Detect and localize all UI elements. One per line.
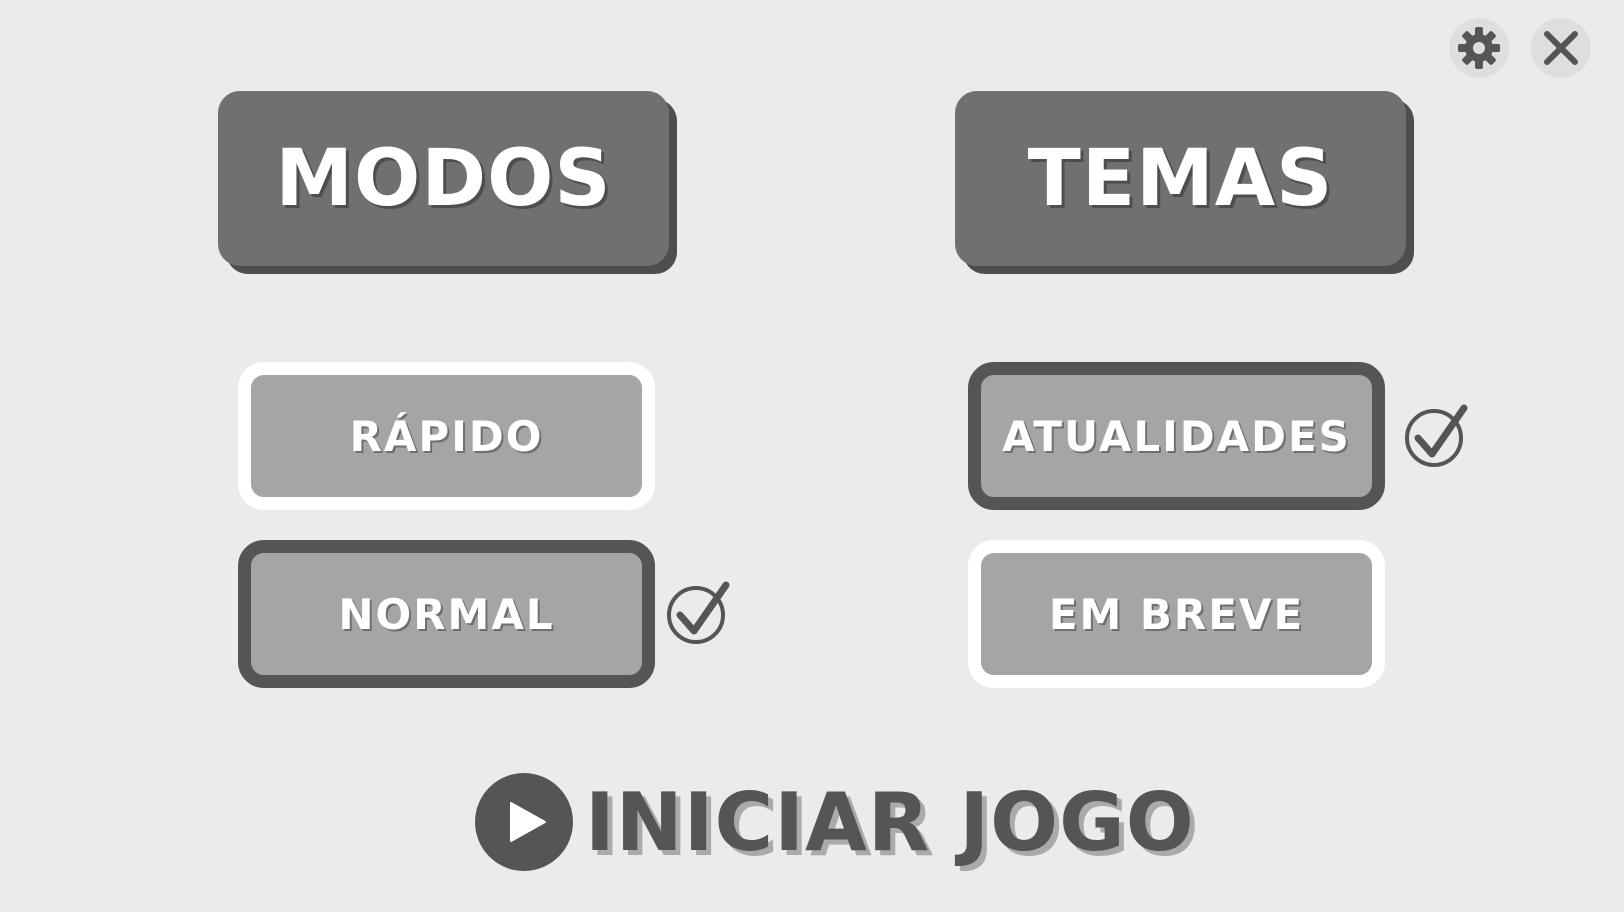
modes-header-button[interactable]: MODOS [218, 91, 669, 266]
close-icon [1544, 31, 1578, 65]
mode-option-label: RÁPIDO [349, 411, 544, 461]
gear-icon [1458, 27, 1500, 69]
theme-option-atualidades[interactable]: ATUALIDADES [968, 362, 1385, 510]
themes-header-label: TEMAS [1027, 133, 1334, 224]
checkmark-icon [1405, 404, 1468, 467]
theme-option-em-breve[interactable]: EM BREVE [968, 540, 1385, 688]
theme-option-label: ATUALIDADES [1002, 411, 1351, 461]
mode-option-rapido[interactable]: RÁPIDO [238, 362, 655, 510]
themes-header-button[interactable]: TEMAS [955, 91, 1406, 266]
checkmark-icon [667, 581, 730, 644]
mode-option-normal[interactable]: NORMAL [238, 540, 655, 688]
close-button[interactable] [1531, 18, 1591, 78]
theme-option-label: EM BREVE [1048, 589, 1305, 639]
start-game-button[interactable]: INICIAR JOGO [475, 772, 1195, 872]
start-game-label: INICIAR JOGO [585, 775, 1195, 869]
settings-button[interactable] [1449, 18, 1509, 78]
mode-option-label: NORMAL [338, 589, 555, 639]
play-icon [475, 773, 573, 871]
modes-header-label: MODOS [275, 133, 612, 224]
